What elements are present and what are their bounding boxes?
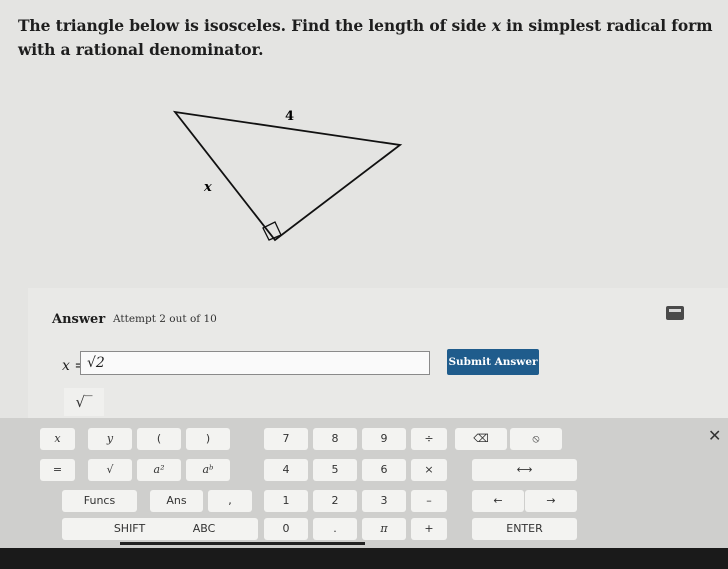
key-3-1[interactable]: ABC <box>150 518 258 540</box>
key-2-3[interactable]: 1 <box>264 490 308 512</box>
answer-label: Answer <box>52 312 106 327</box>
key-3-5[interactable]: + <box>411 518 447 540</box>
key-1-2[interactable]: a² <box>137 459 181 481</box>
key-1-6[interactable]: 6 <box>362 459 406 481</box>
key-2-8[interactable]: → <box>525 490 577 512</box>
key-0-0[interactable]: x <box>40 428 75 450</box>
key-1-0[interactable]: = <box>40 459 75 481</box>
calculator-icon[interactable] <box>666 306 684 320</box>
close-keyboard-icon[interactable]: ✕ <box>708 426 721 445</box>
key-3-4[interactable]: π <box>362 518 406 540</box>
key-0-7[interactable]: ÷ <box>411 428 447 450</box>
key-0-6[interactable]: 9 <box>362 428 406 450</box>
key-3-2[interactable]: 0 <box>264 518 308 540</box>
attempt-counter: Attempt 2 out of 10 <box>113 313 217 325</box>
key-0-1[interactable]: y <box>88 428 132 450</box>
key-2-5[interactable]: 3 <box>362 490 406 512</box>
key-2-4[interactable]: 2 <box>313 490 357 512</box>
key-0-3[interactable]: ) <box>186 428 230 450</box>
key-1-5[interactable]: 5 <box>313 459 357 481</box>
key-3-6[interactable]: ENTER <box>472 518 577 540</box>
side-label-left: x <box>203 180 212 195</box>
key-0-2[interactable]: ( <box>137 428 181 450</box>
key-1-8[interactable]: ⟷ <box>472 459 577 481</box>
key-0-9[interactable]: ⦸ <box>510 428 562 450</box>
key-1-7[interactable]: × <box>411 459 447 481</box>
key-2-0[interactable]: Funcs <box>62 490 137 512</box>
question-text: The triangle below is isosceles. Find th… <box>18 14 718 62</box>
key-0-8[interactable]: ⌫ <box>455 428 507 450</box>
key-2-7[interactable]: ← <box>472 490 524 512</box>
keyboard-underline <box>120 542 365 545</box>
submit-answer-button[interactable]: Submit Answer <box>447 349 539 375</box>
key-2-1[interactable]: Ans <box>150 490 203 512</box>
answer-input[interactable]: √2 <box>80 351 430 375</box>
side-label-top: 4 <box>285 109 294 124</box>
key-1-1[interactable]: √ <box>88 459 132 481</box>
triangle-shape <box>172 110 403 242</box>
key-2-2[interactable]: , <box>208 490 252 512</box>
question-variable: x <box>491 16 501 35</box>
key-3-3[interactable]: . <box>313 518 357 540</box>
key-2-6[interactable]: – <box>411 490 447 512</box>
sqrt-template-button[interactable]: √‾ <box>64 388 104 416</box>
triangle-figure: 4 x <box>172 109 403 242</box>
key-1-4[interactable]: 4 <box>264 459 308 481</box>
bottom-bar <box>0 548 728 569</box>
key-0-5[interactable]: 8 <box>313 428 357 450</box>
question-text-start: The triangle below is isosceles. Find th… <box>18 16 492 35</box>
key-0-4[interactable]: 7 <box>264 428 308 450</box>
key-1-3[interactable]: aᵇ <box>186 459 230 481</box>
